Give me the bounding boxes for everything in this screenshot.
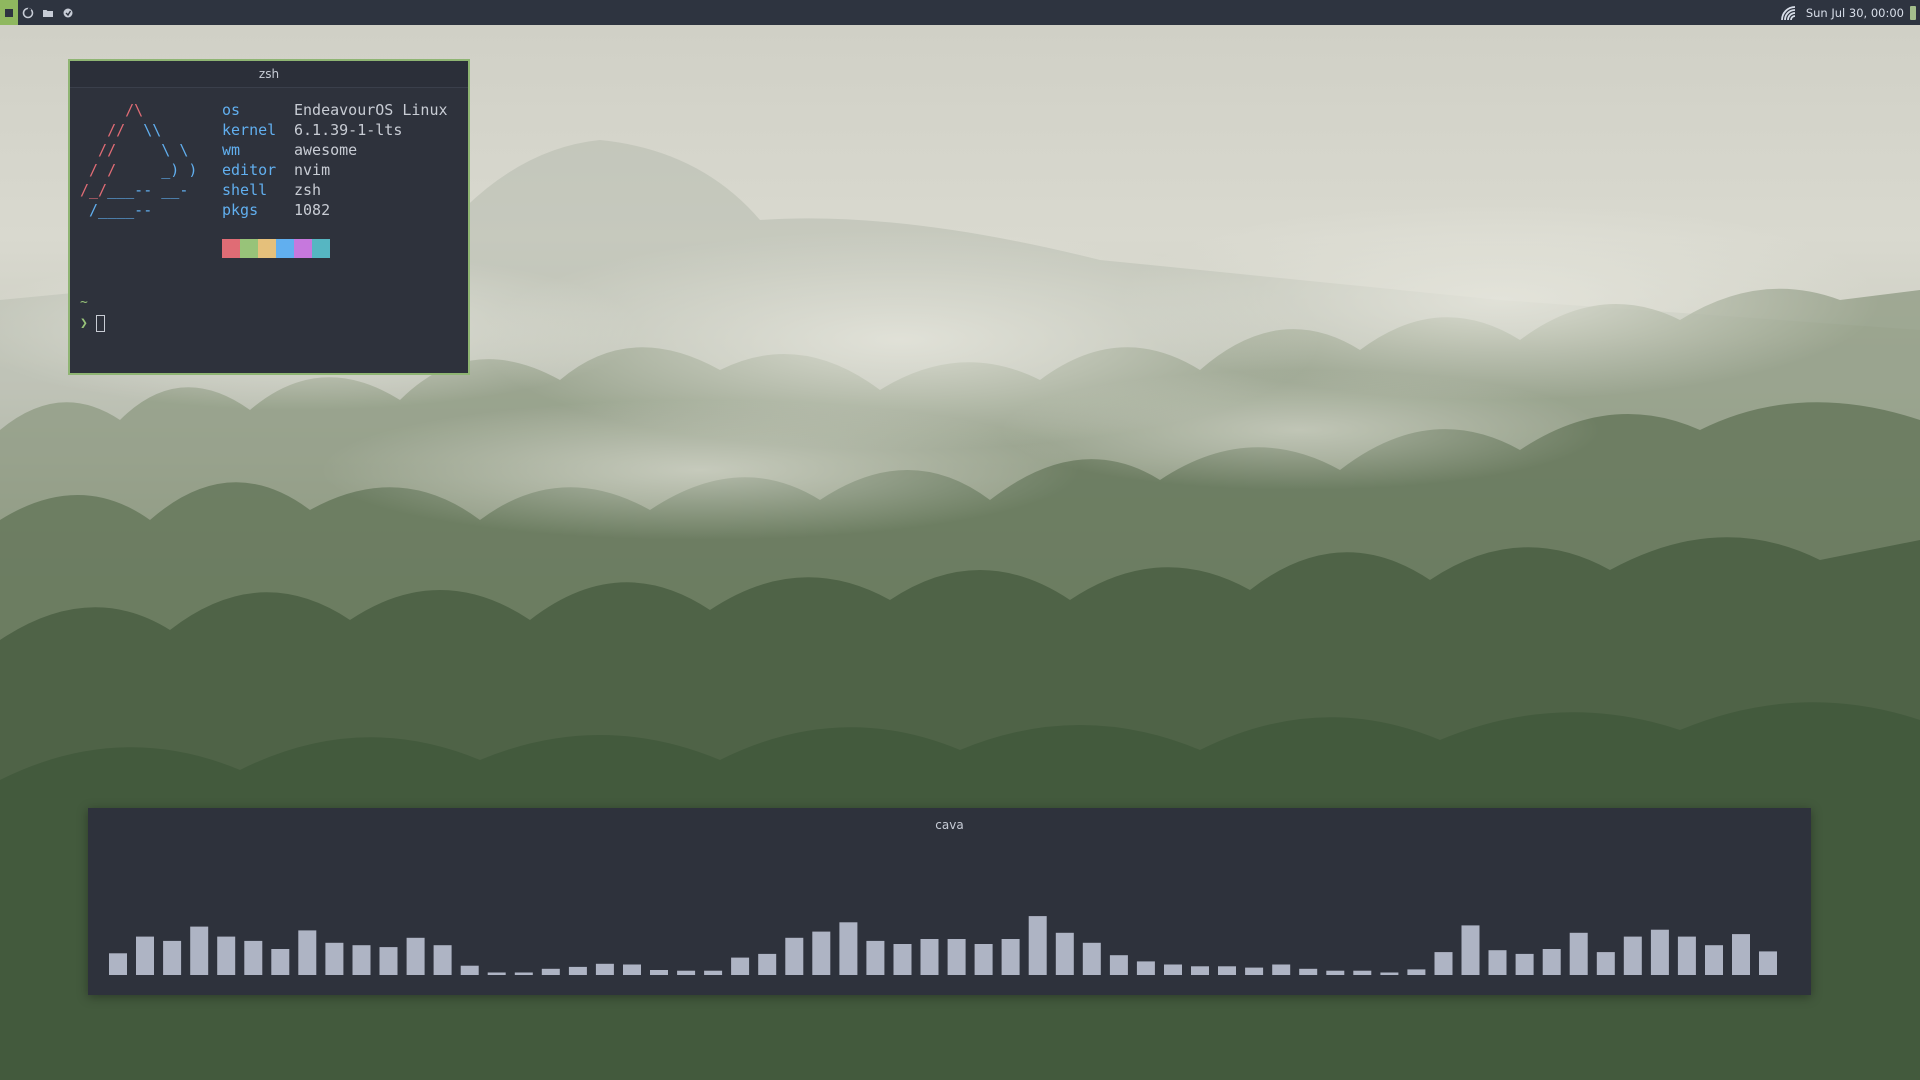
visualizer-bar: [487, 972, 506, 975]
folder-icon: [43, 9, 53, 17]
color-palette: [222, 239, 330, 258]
visualizer-bar: [1596, 952, 1615, 975]
visualizer-bar: [1488, 950, 1507, 975]
browser-launcher[interactable]: [58, 0, 78, 25]
visualizer-bar: [514, 972, 533, 975]
visualizer-bar: [1407, 969, 1426, 975]
visualizer-bar: [406, 937, 425, 975]
text-cursor: [95, 315, 105, 332]
clock[interactable]: Sun Jul 30, 00:00: [1806, 6, 1904, 20]
visualizer-bar: [190, 926, 209, 975]
visualizer-bar: [1623, 936, 1642, 975]
visualizer-bar: [1732, 934, 1750, 975]
visualizer-bar: [1569, 932, 1588, 975]
endeavouros-ascii-logo: /\ // \\ // \ \ / / _) ) /_/___-- __- /_…: [80, 101, 198, 219]
visualizer-bar: [758, 953, 777, 975]
visualizer-bar: [947, 939, 966, 975]
info-row-kernel: kernel 6.1.39-1-lts: [222, 121, 403, 139]
info-row-pkgs: pkgs 1082: [222, 201, 331, 219]
visualizer-bar: [1380, 972, 1399, 975]
visualizer-bar: [1461, 925, 1480, 975]
color-swatch: [276, 239, 294, 258]
info-row-editor: editor nvim: [222, 161, 331, 179]
visualizer-bar: [1245, 967, 1264, 975]
visualizer-bar: [379, 947, 398, 975]
visualizer-bar: [1272, 964, 1291, 975]
visualizer-bar: [1759, 951, 1777, 975]
visualizer-bar: [163, 940, 182, 975]
visualizer-bar: [1082, 942, 1101, 975]
visualizer-bar: [623, 964, 641, 975]
color-swatch: [222, 239, 240, 258]
color-swatch: [294, 239, 312, 258]
visualizer-bar: [1326, 970, 1345, 975]
visualizer-bar: [1542, 949, 1561, 975]
visualizer-bar: [1028, 916, 1047, 975]
visualizer-bar: [1353, 970, 1372, 975]
visualizer-bar: [1677, 936, 1696, 975]
visualizer-bar: [866, 940, 885, 975]
visualizer-bar: [1191, 966, 1209, 975]
cava-window[interactable]: cava: [88, 808, 1811, 995]
terminal-icon: [22, 7, 34, 18]
visualizer-bar: [920, 939, 939, 975]
visualizer-bar: [677, 970, 696, 975]
visualizer-bar: [1515, 953, 1534, 975]
info-row-wm: wm awesome: [222, 141, 358, 159]
visualizer-bar: [1055, 932, 1074, 975]
visualizer-bar: [812, 931, 831, 975]
window-title[interactable]: zsh: [70, 61, 468, 88]
visualizer-bar: [1164, 964, 1182, 975]
visualizer-bar: [352, 945, 371, 975]
visualizer-bar: [974, 944, 993, 975]
visualizer-bar: [109, 953, 127, 975]
visualizer-bar: [1109, 955, 1128, 975]
visualizer-bar: [731, 957, 750, 975]
window-title[interactable]: cava: [88, 808, 1811, 842]
prompt-line[interactable]: ❯: [80, 315, 105, 332]
visualizer-bar: [244, 940, 263, 975]
files-launcher[interactable]: [38, 0, 58, 25]
visualizer-bar: [1218, 966, 1236, 975]
visualizer-bar: [541, 968, 560, 975]
visualizer-bar: [217, 936, 236, 975]
visualizer-bar: [1434, 952, 1453, 975]
terminal-window[interactable]: zsh /\ // \\ // \ \ / / _) ) /_/___-- __…: [68, 59, 470, 375]
color-swatch: [240, 239, 258, 258]
visualizer-bar: [1001, 939, 1020, 975]
visualizer-bar: [568, 966, 587, 975]
wifi-icon[interactable]: [1780, 5, 1800, 21]
visualizer-bar: [1705, 945, 1723, 975]
system-info: os EndeavourOS Linux kernel 6.1.39-1-lts w…: [222, 100, 448, 220]
visualizer-bar: [298, 930, 317, 975]
color-swatch: [312, 239, 330, 258]
visualizer-bar: [325, 942, 344, 975]
visualizer-bar: [650, 970, 668, 975]
terminal-launcher[interactable]: [18, 0, 38, 25]
visualizer-bar: [136, 936, 154, 975]
info-row-shell: shell zsh: [222, 181, 322, 199]
visualizer-bar: [595, 963, 614, 975]
visualizer-bar: [704, 970, 723, 975]
visualizer-bar: [839, 922, 858, 975]
battery-icon[interactable]: [1910, 5, 1916, 20]
audio-visualizer: [109, 916, 1777, 975]
info-row-os: os EndeavourOS Linux: [222, 101, 448, 119]
visualizer-bar: [1136, 961, 1155, 975]
visualizer-bar: [1299, 968, 1318, 975]
tag-indicator: [5, 8, 13, 17]
prompt-directory: ~: [80, 295, 88, 310]
workspace-tag-active[interactable]: [0, 0, 18, 25]
visualizer-bar: [271, 949, 290, 975]
visualizer-bar: [893, 944, 912, 975]
visualizer-bar: [785, 937, 804, 975]
visualizer-bar: [1650, 929, 1669, 975]
color-swatch: [258, 239, 276, 258]
top-panel: Sun Jul 30, 00:00: [0, 0, 1920, 25]
visualizer-bar: [460, 965, 479, 975]
visualizer-bar: [433, 945, 452, 975]
prompt-symbol: ❯: [80, 316, 88, 331]
browser-icon: [63, 8, 73, 17]
